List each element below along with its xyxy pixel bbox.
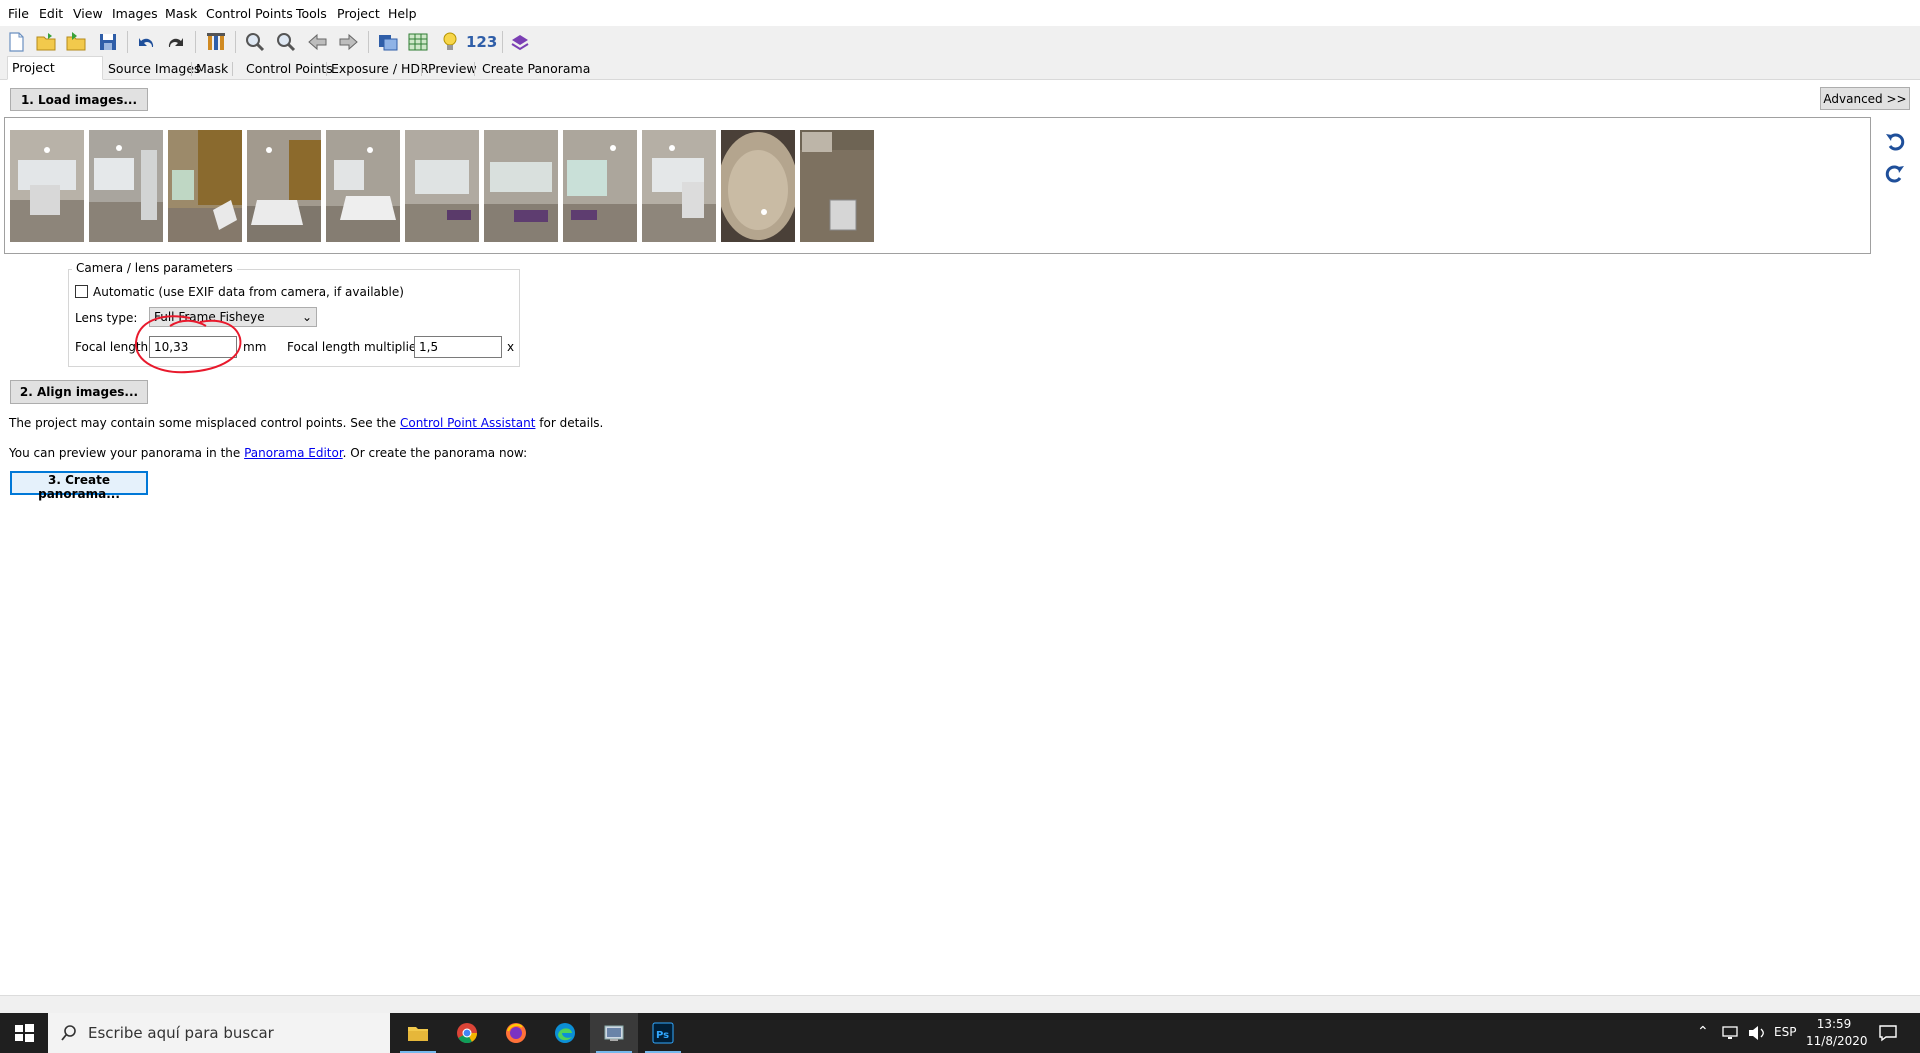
svg-text:Ps: Ps [656,1030,669,1041]
toolbar: 123 [0,26,1920,58]
open-folder-icon[interactable] [34,30,58,54]
menu-control-points[interactable]: Control Points [206,6,293,21]
automatic-exif-checkbox[interactable] [75,285,88,298]
tab-control-points[interactable]: Control Points [242,58,337,79]
search-placeholder: Escribe aquí para buscar [88,1024,274,1042]
edge-icon [555,1023,575,1043]
preview-panorama-message: You can preview your panorama in the Pan… [9,446,528,460]
create-panorama-button[interactable]: 3. Create panorama... [10,471,148,501]
chevron-down-icon: ⌄ [301,310,312,324]
menu-file[interactable]: File [8,6,29,21]
taskbar-chrome[interactable] [443,1013,491,1053]
tab-create-panorama[interactable]: Create Panorama [478,58,594,79]
previous-image-icon[interactable] [306,30,330,54]
clock-time: 13:59 [1816,1017,1852,1031]
panorama-editor-link[interactable]: Panorama Editor [244,446,343,460]
misplaced-control-points-message: The project may contain some misplaced c… [9,416,604,430]
firefox-icon [506,1023,526,1043]
windows-logo-icon [15,1024,34,1042]
undo-icon[interactable] [134,30,158,54]
camera-lens-group-title: Camera / lens parameters [72,261,237,275]
thumbnail-image-3[interactable] [168,130,242,242]
menu-images[interactable]: Images [112,6,158,21]
image-thumbnail-strip [4,117,1871,254]
automatic-exif-label: Automatic (use EXIF data from camera, if… [93,285,404,299]
tab-project-assistant[interactable]: Project Assistant [7,56,103,97]
control-point-assistant-link[interactable]: Control Point Assistant [400,416,535,430]
lightbulb-icon[interactable] [438,30,462,54]
load-images-button[interactable]: 1. Load images... [10,88,148,111]
fast-preview-icon[interactable] [376,30,400,54]
tab-preview[interactable]: Preview [424,58,481,79]
rotate-clockwise-icon[interactable] [1884,162,1906,184]
thumbnail-image-7[interactable] [484,130,558,242]
zoom-out-icon[interactable] [274,30,298,54]
table-icon[interactable] [406,30,430,54]
tab-mask[interactable]: Mask [192,58,232,79]
next-image-icon[interactable] [336,30,360,54]
focal-length-multiplier-label: Focal length multiplier: [287,340,426,354]
thumbnail-image-9[interactable] [642,130,716,242]
tab-bar: Project Assistant Source Images Mask Con… [0,56,1920,97]
chrome-icon [457,1023,478,1044]
chevron-up-icon: ⌃ [1697,1024,1709,1040]
thumbnail-image-6[interactable] [405,130,479,242]
thumbnail-image-4[interactable] [247,130,321,242]
start-button[interactable] [0,1013,48,1053]
folder-icon [408,1027,428,1041]
taskbar-hugin[interactable] [590,1013,638,1053]
control-point-count-icon[interactable]: 123 [466,30,498,54]
advanced-button[interactable]: Advanced >> [1820,87,1910,110]
focal-length-multiplier-unit: x [507,340,515,354]
menu-bar: File Edit View Images Mask Control Point… [0,0,1920,26]
hugin-app-icon [604,1025,624,1041]
redo-icon[interactable] [164,30,188,54]
clock-date: 11/8/2020 [1806,1034,1868,1048]
windows-taskbar: Escribe aquí para buscar Ps ⌃ ESP 13:59 … [0,1013,1920,1053]
menu-help[interactable]: Help [388,6,417,21]
menu-project[interactable]: Project [337,6,380,21]
thumbnail-image-5[interactable] [326,130,400,242]
status-bar [0,995,1920,1014]
lens-type-label: Lens type: [75,311,138,325]
thumbnail-image-8[interactable] [563,130,637,242]
menu-view[interactable]: View [73,6,103,21]
zoom-in-icon[interactable] [243,30,267,54]
rotate-counterclockwise-icon[interactable] [1884,130,1906,152]
tab-exposure-hdr[interactable]: Exposure / HDR [327,58,433,79]
thumbnail-image-1[interactable] [10,130,84,242]
save-icon[interactable] [96,30,120,54]
taskbar-photoshop[interactable]: Ps [639,1013,687,1053]
menu-mask[interactable]: Mask [165,6,197,21]
taskbar-search-box[interactable]: Escribe aquí para buscar [48,1013,390,1053]
thumbnail-image-10[interactable] [721,130,795,242]
taskbar-file-explorer[interactable] [394,1013,442,1053]
search-icon [61,1025,76,1041]
photoshop-icon: Ps [652,1022,674,1044]
taskbar-firefox[interactable] [492,1013,540,1053]
align-images-button[interactable]: 2. Align images... [10,380,148,404]
tab-source-images[interactable]: Source Images [104,58,205,79]
thumbnail-image-2[interactable] [89,130,163,242]
red-annotation-circle [134,315,242,374]
thumbnail-image-11[interactable] [800,130,874,242]
pano-info-icon[interactable] [204,30,228,54]
taskbar-edge[interactable] [541,1013,589,1053]
new-file-icon[interactable] [4,30,28,54]
focal-length-multiplier-input[interactable]: 1,5 [414,336,502,358]
taskbar-clock[interactable]: 13:59 11/8/2020 [1806,1013,1868,1053]
open-recent-icon[interactable] [64,30,88,54]
menu-edit[interactable]: Edit [39,6,63,21]
layout-icon[interactable] [508,30,532,54]
menu-tools[interactable]: Tools [296,6,327,21]
